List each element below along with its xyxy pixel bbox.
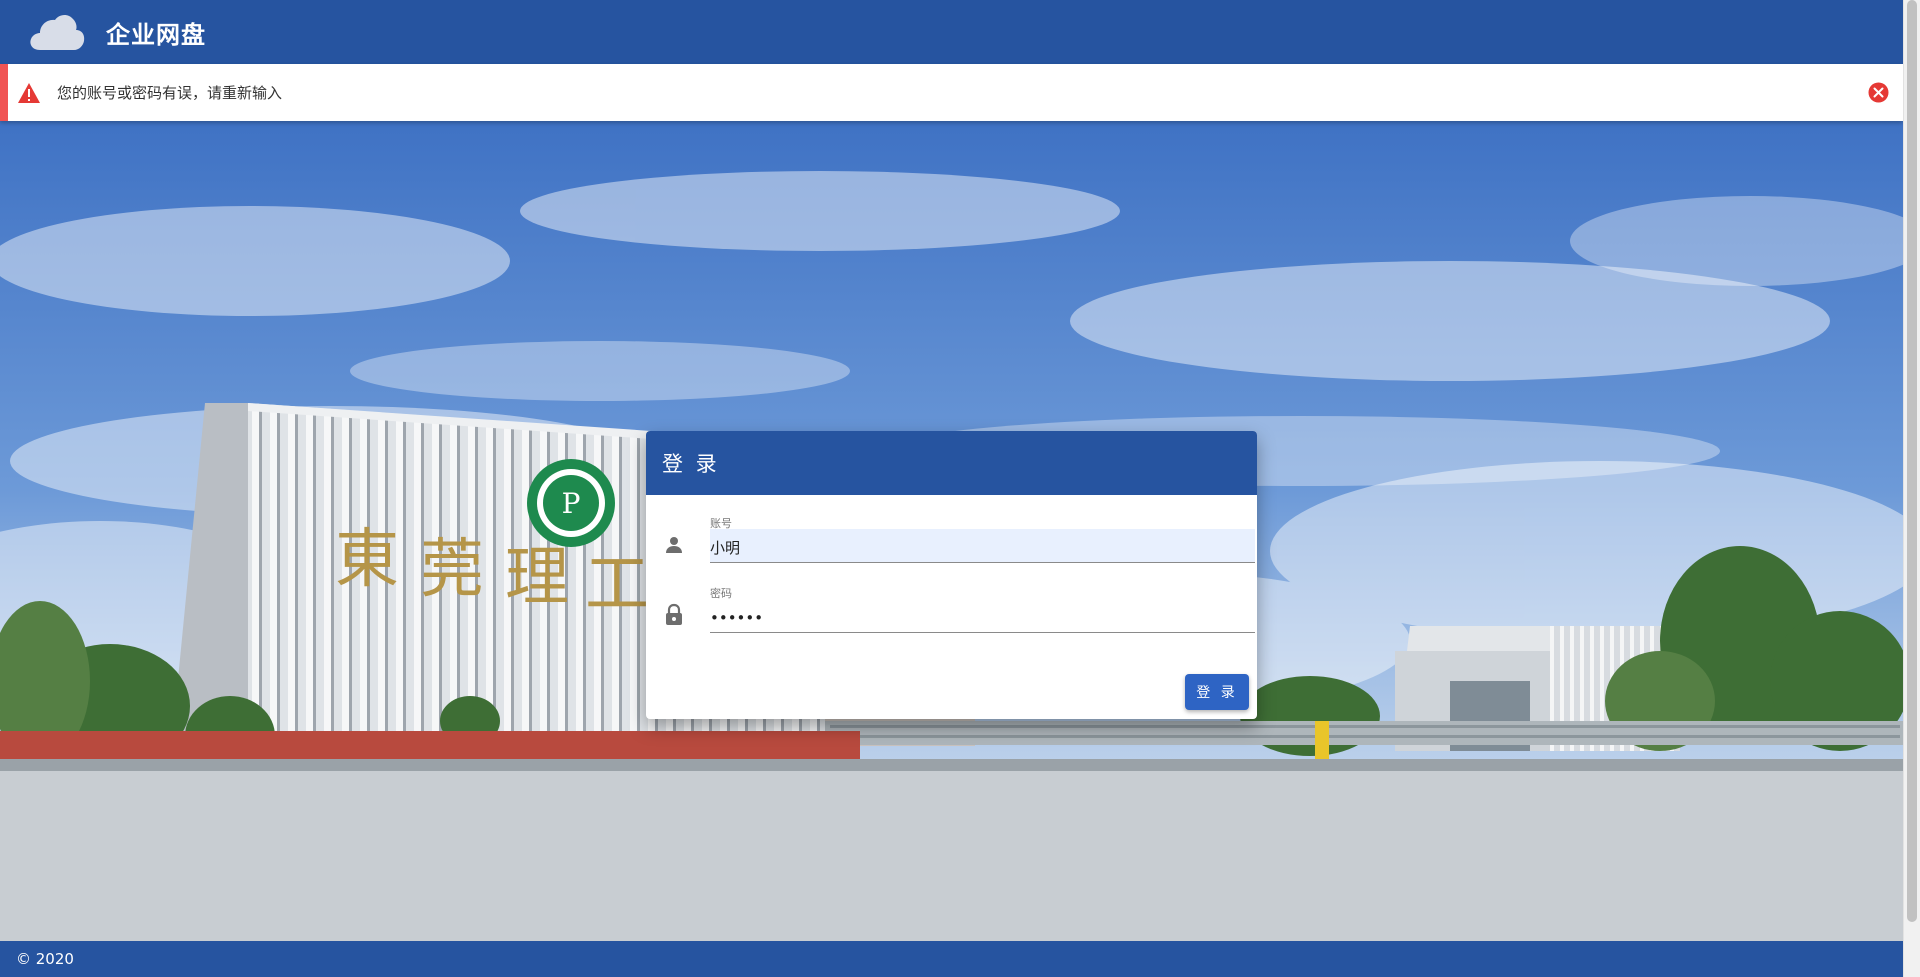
svg-text:莞: 莞 xyxy=(420,533,484,607)
alert-message: 您的账号或密码有误，请重新输入 xyxy=(57,84,283,102)
app-header: 企业网盘 xyxy=(0,0,1903,64)
person-icon xyxy=(666,537,682,553)
login-dialog: 登 录 账号 密码 登 录 xyxy=(646,431,1257,719)
app-footer: © 2020 xyxy=(0,941,1903,977)
login-page: 企业网盘 您的账号或密码有误，请重新输入 P 東 莞 理 工 登 录 账号 小明… xyxy=(0,0,1920,977)
close-circle-icon[interactable] xyxy=(1868,82,1889,103)
login-dialog-title: 登 录 xyxy=(646,431,1257,495)
svg-text:工: 工 xyxy=(585,548,649,622)
svg-text:理: 理 xyxy=(505,541,569,615)
app-title: 企业网盘 xyxy=(106,20,206,49)
error-alert: 您的账号或密码有误，请重新输入 xyxy=(0,64,1903,121)
account-input[interactable] xyxy=(710,529,1255,563)
scrollbar-thumb[interactable] xyxy=(1907,0,1917,922)
lock-icon xyxy=(666,603,682,625)
warning-icon xyxy=(18,82,40,103)
login-button[interactable]: 登 录 xyxy=(1185,674,1249,710)
page-scrollbar[interactable] xyxy=(1903,0,1920,977)
cloud-icon xyxy=(30,14,85,50)
account-field: 账号 xyxy=(662,515,1255,563)
svg-text:P: P xyxy=(562,487,581,520)
password-field: 密码 xyxy=(662,585,1255,633)
svg-text:東: 東 xyxy=(335,523,399,597)
password-input[interactable] xyxy=(710,599,1255,633)
copyright-text: © 2020 xyxy=(16,950,74,968)
